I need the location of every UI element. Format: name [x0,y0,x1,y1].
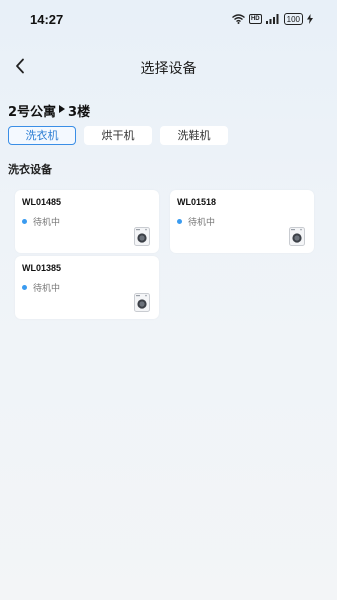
status-text: 待机中 [33,218,61,228]
status-dot [22,219,27,224]
status-text: 待机中 [188,218,216,228]
status-dot [22,285,27,290]
nav-bar: 选择设备 [0,48,337,88]
device-card[interactable]: WL01518 待机中 [170,190,314,253]
device-status: 待机中 [22,215,60,228]
tab-dryer[interactable]: 烘干机 [84,126,152,145]
location-breadcrumb[interactable]: 2号公寓 3楼 [8,101,90,120]
tab-shoe-washer[interactable]: 洗鞋机 [160,126,228,145]
device-status: 待机中 [177,215,215,228]
washing-machine-icon [134,293,150,312]
device-card[interactable]: WL01385 待机中 [15,256,159,319]
status-bar: 14:27 HD 100 [0,0,337,40]
device-card[interactable]: WL01485 待机中 [15,190,159,253]
building-label: 2号公寓 [8,105,57,120]
washing-machine-icon [289,227,305,246]
device-id: WL01518 [177,197,217,207]
hd-badge: HD [248,14,262,24]
status-text: 待机中 [33,284,61,294]
wifi-icon [232,14,245,24]
charging-icon [307,14,313,24]
section-title: 洗衣设备 [8,163,52,176]
floor-label: 3楼 [68,105,91,120]
status-time: 14:27 [30,12,64,27]
status-icons: HD 100 [232,13,313,25]
triangle-right-icon [59,105,66,116]
device-type-tabs: 洗衣机 烘干机 洗鞋机 [8,126,228,145]
device-id: WL01485 [22,197,62,207]
washing-machine-icon [134,227,150,246]
tab-washer[interactable]: 洗衣机 [8,126,76,145]
device-id: WL01385 [22,263,62,273]
battery-level: 100 [286,14,300,24]
status-dot [177,219,182,224]
signal-icon [265,14,280,24]
device-status: 待机中 [22,281,60,294]
page-title: 选择设备 [140,61,197,77]
battery-indicator: 100 [283,13,303,25]
